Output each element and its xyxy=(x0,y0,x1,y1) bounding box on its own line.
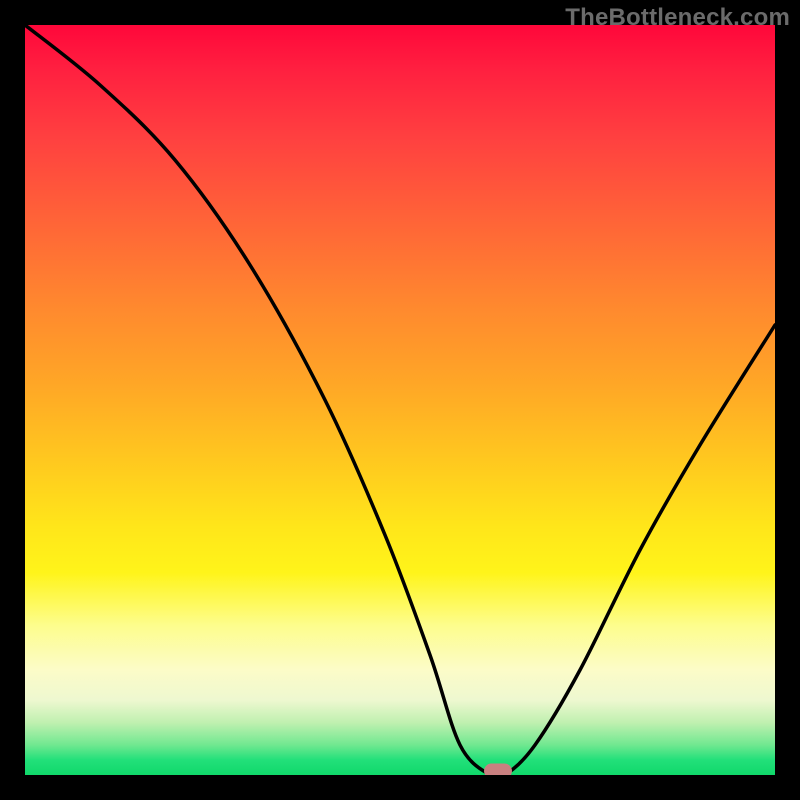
optimal-point-marker xyxy=(484,764,512,776)
plot-area xyxy=(25,25,775,775)
watermark-text: TheBottleneck.com xyxy=(565,4,790,32)
chart-frame: TheBottleneck.com xyxy=(0,0,800,800)
bottleneck-curve xyxy=(25,25,775,775)
